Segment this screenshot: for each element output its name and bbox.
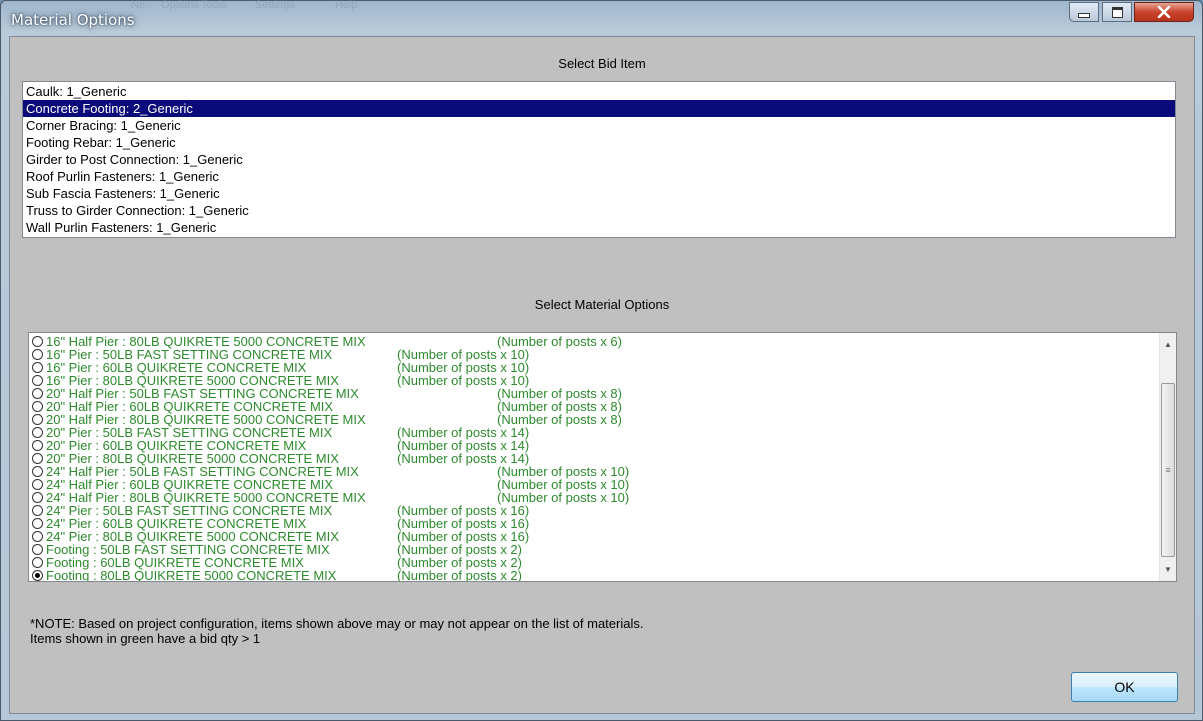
radio-unchecked-icon[interactable] bbox=[32, 492, 43, 503]
close-icon bbox=[1157, 6, 1171, 18]
radio-unchecked-icon[interactable] bbox=[32, 375, 43, 386]
radio-unchecked-icon[interactable] bbox=[32, 531, 43, 542]
bid-item-row[interactable]: Sub Fascia Fasteners: 1_Generic bbox=[23, 185, 1175, 202]
radio-unchecked-icon[interactable] bbox=[32, 557, 43, 568]
bid-item-row[interactable]: Wall Purlin Fasteners: 1_Generic bbox=[23, 219, 1175, 236]
radio-unchecked-icon[interactable] bbox=[32, 453, 43, 464]
ghost-menu-item: Options bbox=[161, 0, 199, 11]
note-line-1: *NOTE: Based on project configuration, i… bbox=[30, 616, 644, 631]
bid-item-row[interactable]: Footing Rebar: 1_Generic bbox=[23, 134, 1175, 151]
radio-unchecked-icon[interactable] bbox=[32, 479, 43, 490]
ghost-menu-item: Settings bbox=[255, 0, 295, 11]
bid-item-row[interactable]: Truss to Girder Connection: 1_Generic bbox=[23, 202, 1175, 219]
material-options-window: Ne Options Tools Settings Help Material … bbox=[0, 0, 1203, 721]
material-options-list[interactable]: 16" Half Pier : 80LB QUIKRETE 5000 CONCR… bbox=[28, 332, 1177, 582]
material-options-rows: 16" Half Pier : 80LB QUIKRETE 5000 CONCR… bbox=[29, 333, 1160, 582]
radio-checked-icon[interactable] bbox=[32, 570, 43, 581]
bid-item-heading: Select Bid Item bbox=[558, 56, 646, 71]
ghost-menu-item: Help bbox=[335, 0, 358, 11]
option-quantity: (Number of posts x 2) bbox=[397, 568, 522, 582]
radio-unchecked-icon[interactable] bbox=[32, 349, 43, 360]
radio-unchecked-icon[interactable] bbox=[32, 518, 43, 529]
bid-item-row[interactable]: Caulk: 1_Generic bbox=[23, 83, 1175, 100]
scroll-down-icon[interactable]: ▼ bbox=[1160, 561, 1176, 578]
radio-unchecked-icon[interactable] bbox=[32, 440, 43, 451]
minimize-button[interactable] bbox=[1069, 2, 1099, 22]
grip-icon: ≡ bbox=[1165, 465, 1171, 475]
ghost-menu-item: Ne bbox=[131, 0, 146, 11]
bid-item-row[interactable]: Roof Purlin Fasteners: 1_Generic bbox=[23, 168, 1175, 185]
maximize-icon bbox=[1111, 6, 1123, 18]
dialog-body: Select Bid Item Caulk: 1_Generic Concrete… bbox=[9, 36, 1195, 714]
note-line-2: Items shown in green have a bid qty > 1 bbox=[30, 631, 261, 646]
bid-item-row[interactable]: Concrete Footing: 2_Generic bbox=[23, 100, 1175, 117]
scroll-thumb[interactable]: ≡ bbox=[1161, 383, 1175, 557]
minimize-icon bbox=[1078, 12, 1090, 18]
radio-unchecked-icon[interactable] bbox=[32, 414, 43, 425]
maximize-button[interactable] bbox=[1102, 2, 1132, 22]
bid-item-row[interactable]: Girder to Post Connection: 1_Generic bbox=[23, 151, 1175, 168]
bid-item-row[interactable]: Corner Bracing: 1_Generic bbox=[23, 117, 1175, 134]
window-title: Material Options bbox=[11, 11, 135, 29]
radio-unchecked-icon[interactable] bbox=[32, 427, 43, 438]
scroll-up-icon[interactable]: ▲ bbox=[1160, 336, 1176, 353]
radio-unchecked-icon[interactable] bbox=[32, 336, 43, 347]
close-button[interactable] bbox=[1134, 2, 1194, 22]
material-option-row[interactable]: Footing : 80LB QUIKRETE 5000 CONCRETE MI… bbox=[29, 568, 1160, 582]
ghost-menu-item: Tools bbox=[201, 0, 227, 11]
radio-unchecked-icon[interactable] bbox=[32, 466, 43, 477]
radio-unchecked-icon[interactable] bbox=[32, 544, 43, 555]
note-text: *NOTE: Based on project configuration, i… bbox=[30, 616, 643, 646]
vertical-scrollbar[interactable]: ▲ ≡ ▼ bbox=[1159, 333, 1176, 581]
bid-item-list[interactable]: Caulk: 1_Generic Concrete Footing: 2_Gene… bbox=[22, 81, 1176, 238]
material-options-heading: Select Material Options bbox=[534, 297, 670, 312]
option-name: Footing : 80LB QUIKRETE 5000 CONCRETE MI… bbox=[46, 568, 337, 582]
radio-unchecked-icon[interactable] bbox=[32, 362, 43, 373]
radio-unchecked-icon[interactable] bbox=[32, 388, 43, 399]
radio-unchecked-icon[interactable] bbox=[32, 505, 43, 516]
ok-button[interactable]: OK bbox=[1071, 672, 1178, 702]
radio-unchecked-icon[interactable] bbox=[32, 401, 43, 412]
title-bar[interactable]: Ne Options Tools Settings Help Material … bbox=[1, 0, 1202, 35]
